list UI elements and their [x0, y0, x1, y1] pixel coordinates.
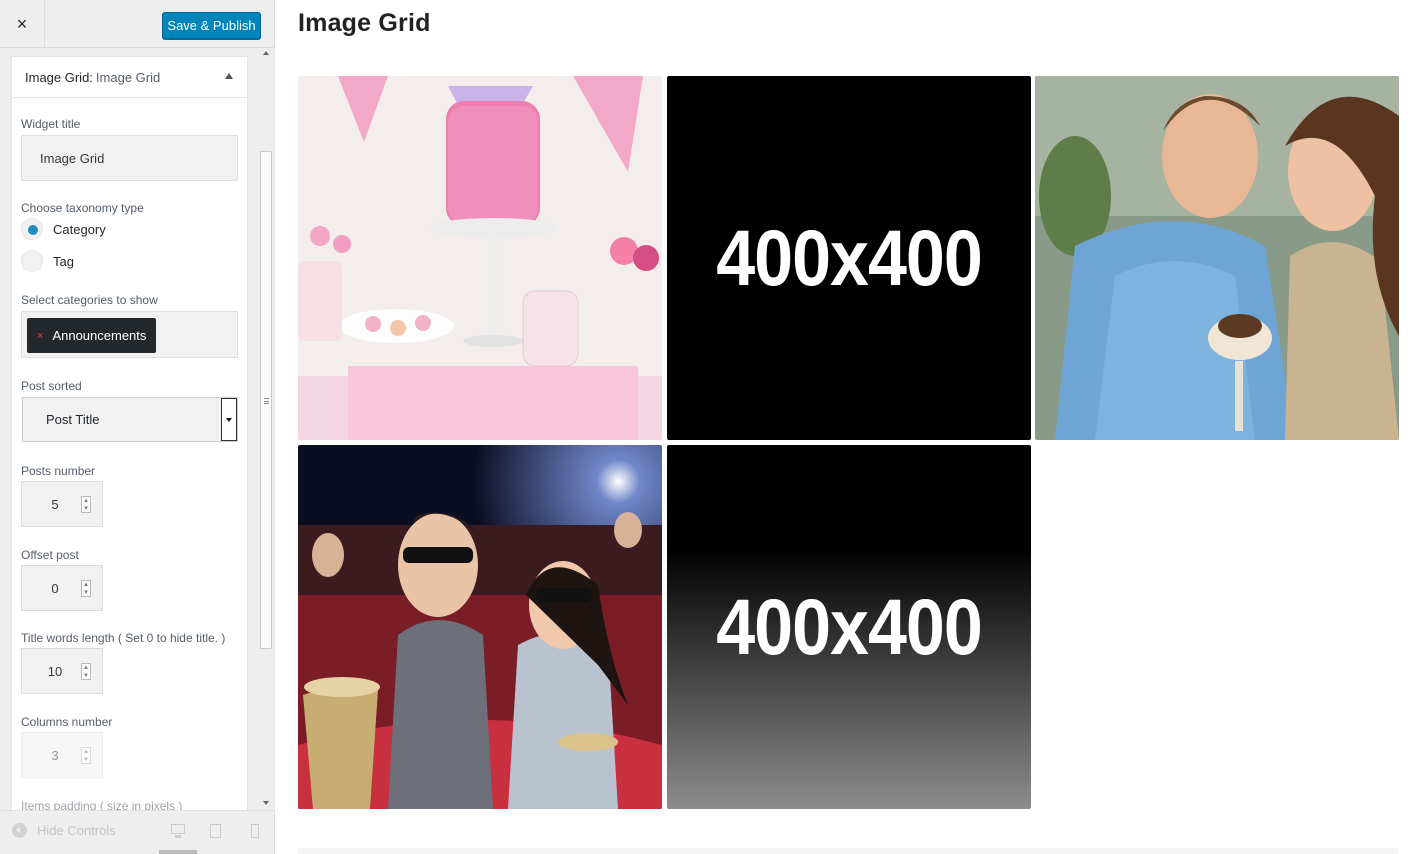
- spinner-icon[interactable]: ▲ ▼: [81, 496, 91, 513]
- offset-post-value: 0: [51, 581, 59, 596]
- customizer-footer: Hide Controls: [0, 810, 274, 854]
- active-device-indicator: [159, 850, 197, 854]
- customizer-header: × Save & Publish: [0, 0, 274, 48]
- scroll-down-arrow-icon[interactable]: [263, 801, 269, 805]
- chevron-down-icon[interactable]: [221, 398, 237, 441]
- post-sorted-select[interactable]: Post Title: [22, 397, 238, 442]
- hide-controls-button[interactable]: Hide Controls: [12, 823, 116, 838]
- category-chip-label: Announcements: [52, 328, 147, 343]
- spinner-icon[interactable]: ▲ ▼: [81, 663, 91, 680]
- taxonomy-option-category[interactable]: Category: [21, 218, 106, 240]
- categories-select[interactable]: × Announcements: [21, 311, 238, 358]
- widget-name: Image Grid:: [25, 69, 93, 85]
- collapse-left-icon: [12, 823, 27, 838]
- sidebar-scrollbar[interactable]: [258, 48, 275, 810]
- scroll-up-arrow-icon[interactable]: [263, 51, 269, 55]
- categories-label: Select categories to show: [21, 293, 158, 307]
- next-section-edge: [298, 848, 1398, 854]
- widget-heading: Image Grid: [298, 9, 431, 37]
- placeholder-size-label: 400x400: [716, 583, 983, 671]
- title-length-value: 10: [47, 664, 63, 679]
- title-length-input[interactable]: 10 ▲ ▼: [21, 648, 103, 694]
- posts-number-value: 5: [51, 497, 59, 512]
- post-sorted-label: Post sorted: [21, 379, 82, 393]
- close-icon: ×: [16, 13, 28, 34]
- cake-photo-image: [298, 76, 662, 440]
- hide-controls-label: Hide Controls: [37, 823, 116, 838]
- widget-form: Image Grid: Image Grid Widget title Imag…: [11, 56, 248, 810]
- grid-item-placeholder[interactable]: 400x400: [667, 445, 1031, 809]
- items-padding-label: Items padding ( size in pixels ): [21, 799, 183, 810]
- posts-number-label: Posts number: [21, 464, 96, 478]
- offset-post-input[interactable]: 0 ▲ ▼: [21, 565, 103, 611]
- offset-post-label: Offset post: [21, 548, 79, 562]
- taxonomy-option-tag[interactable]: Tag: [21, 250, 74, 272]
- collapse-arrow-icon[interactable]: [225, 73, 233, 79]
- save-publish-button[interactable]: Save & Publish: [162, 12, 261, 39]
- grid-item-cake-photo[interactable]: [298, 76, 662, 440]
- grid-item-placeholder[interactable]: 400x400: [667, 76, 1031, 440]
- remove-category-icon[interactable]: ×: [37, 330, 43, 342]
- radio-category-label: Category: [53, 221, 106, 237]
- spinner-icon[interactable]: ▲ ▼: [81, 580, 91, 597]
- desktop-preview-icon[interactable]: [171, 824, 185, 838]
- spinner-icon[interactable]: ▲ ▼: [81, 747, 91, 764]
- posts-number-input[interactable]: 5 ▲ ▼: [21, 481, 103, 527]
- tablet-preview-icon[interactable]: [210, 824, 221, 838]
- taxonomy-type-label: Choose taxonomy type: [21, 201, 144, 215]
- radio-tag[interactable]: [21, 250, 43, 272]
- scrollbar-thumb[interactable]: [260, 151, 272, 649]
- controls-panel: Image Grid: Image Grid Widget title Imag…: [0, 48, 258, 810]
- widget-header[interactable]: Image Grid: Image Grid: [12, 57, 247, 98]
- couple-photo-image: [1035, 76, 1399, 440]
- mobile-preview-icon[interactable]: [251, 824, 259, 838]
- customizer-sidebar: × Save & Publish Image Grid: Image Grid …: [0, 0, 275, 854]
- grid-item-couple-photo[interactable]: [1035, 76, 1399, 440]
- widget-title-input[interactable]: Image Grid: [21, 135, 238, 181]
- category-tag-chip: × Announcements: [27, 318, 156, 353]
- widget-title-label: Widget title: [21, 117, 81, 131]
- placeholder-size-label: 400x400: [716, 214, 983, 302]
- radio-tag-label: Tag: [53, 253, 74, 269]
- radio-category[interactable]: [21, 218, 43, 240]
- columns-number-label: Columns number: [21, 715, 113, 729]
- title-length-label: Title words length ( Set 0 to hide title…: [21, 631, 226, 645]
- cinema-photo-image: [298, 445, 662, 809]
- columns-number-input[interactable]: 3 ▲ ▼: [21, 732, 103, 778]
- grip-icon: [264, 398, 269, 404]
- site-preview: Image Grid 400x400 400x400: [275, 0, 1419, 854]
- columns-number-value: 3: [51, 748, 59, 763]
- widget-instance-title: Image Grid: [95, 69, 161, 85]
- post-sorted-value: Post Title: [46, 412, 100, 427]
- grid-item-cinema-photo[interactable]: [298, 445, 662, 809]
- close-customizer-button[interactable]: ×: [0, 0, 45, 48]
